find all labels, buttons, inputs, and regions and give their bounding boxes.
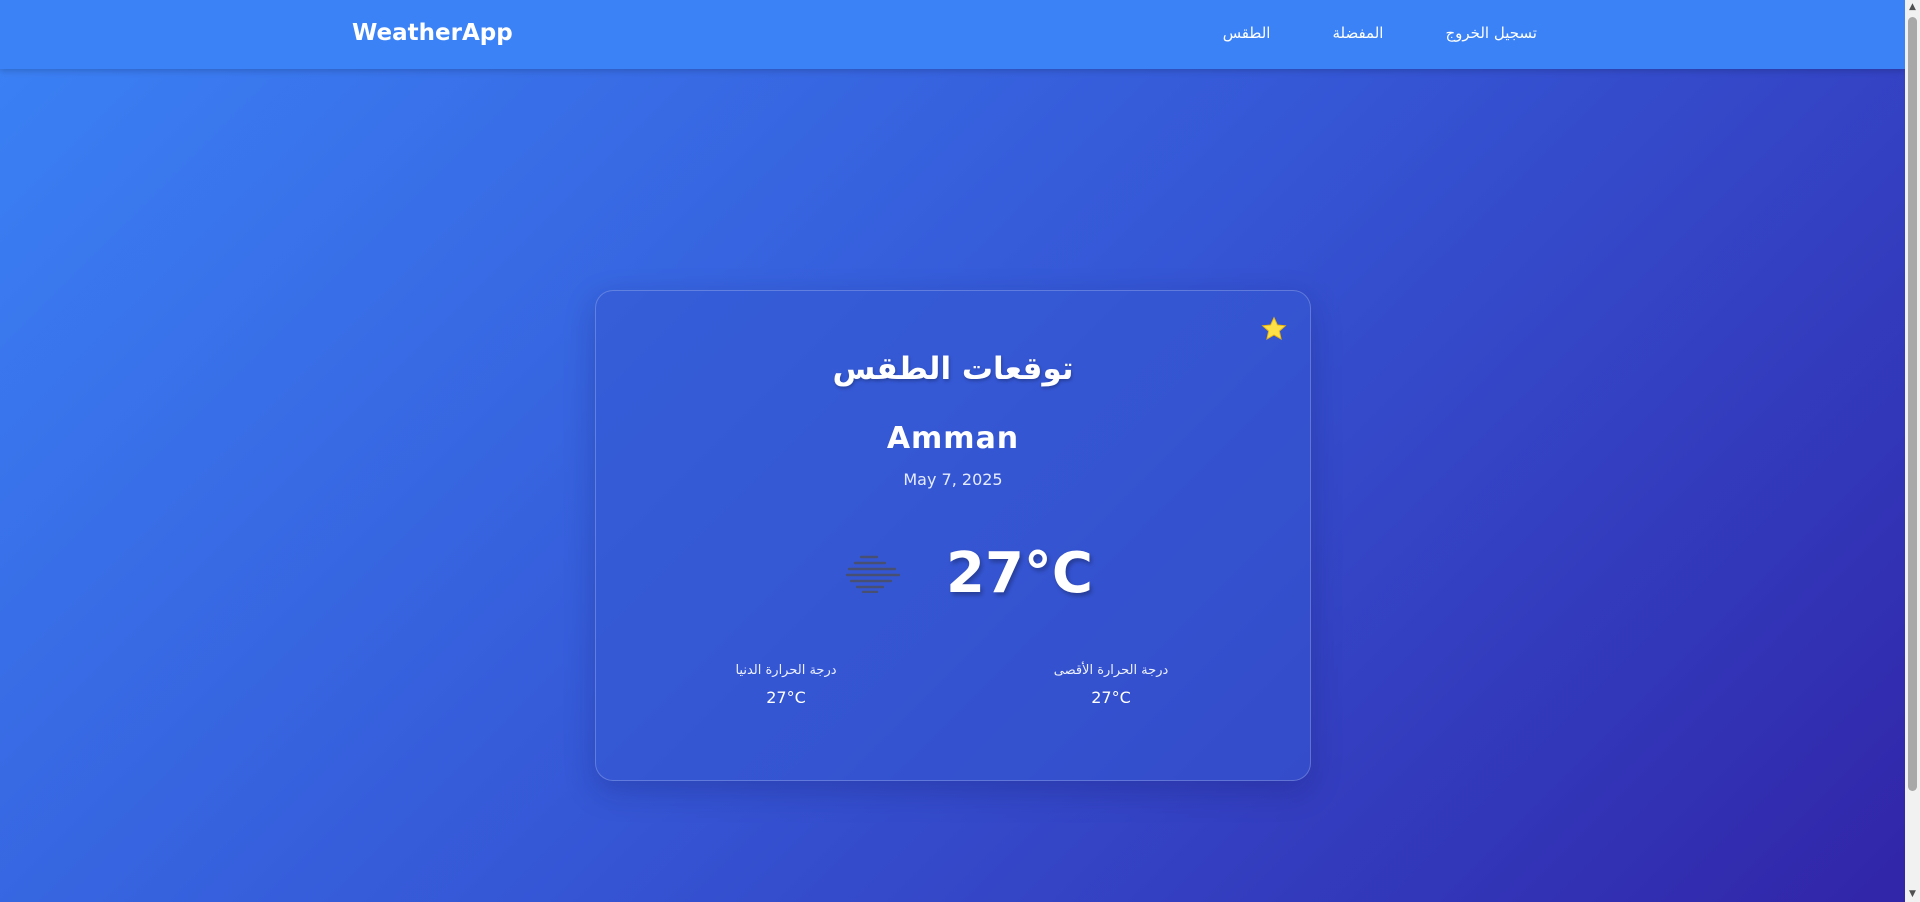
brand-logo[interactable]: WeatherApp [352, 20, 513, 46]
max-temp-value: 27°C [1091, 688, 1131, 707]
page-scrollbar[interactable]: ▲ ▼ [1905, 0, 1920, 902]
min-temp-value: 27°C [766, 688, 806, 707]
nav-weather-link[interactable]: الطقس [1223, 24, 1271, 42]
current-temperature: 27°C [946, 541, 1094, 606]
nav-links: تسجيل الخروج المفضلة الطقس [1223, 24, 1537, 42]
forecast-date: May 7, 2025 [903, 470, 1003, 489]
star-icon[interactable] [1260, 315, 1288, 343]
min-temp-label: درجة الحرارة الدنيا [735, 663, 837, 678]
scroll-up-icon[interactable]: ▲ [1905, 0, 1920, 15]
scroll-down-icon[interactable]: ▼ [1905, 887, 1920, 902]
fog-icon [845, 555, 901, 593]
card-title: توقعات الطقس [832, 351, 1074, 387]
min-temp-block: درجة الحرارة الدنيا 27°C [686, 663, 886, 707]
city-name: Amman [886, 421, 1020, 456]
nav-favorites-link[interactable]: المفضلة [1332, 24, 1383, 42]
max-temp-block: درجة الحرارة الأقصى 27°C [1011, 663, 1211, 707]
navbar: WeatherApp تسجيل الخروج المفضلة الطقس [0, 0, 1905, 69]
scrollbar-thumb[interactable] [1908, 17, 1917, 791]
max-temp-label: درجة الحرارة الأقصى [1053, 663, 1169, 678]
weather-card: توقعات الطقس Amman May 7, 2025 27°C درجة… [595, 290, 1311, 781]
nav-logout-link[interactable]: تسجيل الخروج [1445, 24, 1537, 42]
